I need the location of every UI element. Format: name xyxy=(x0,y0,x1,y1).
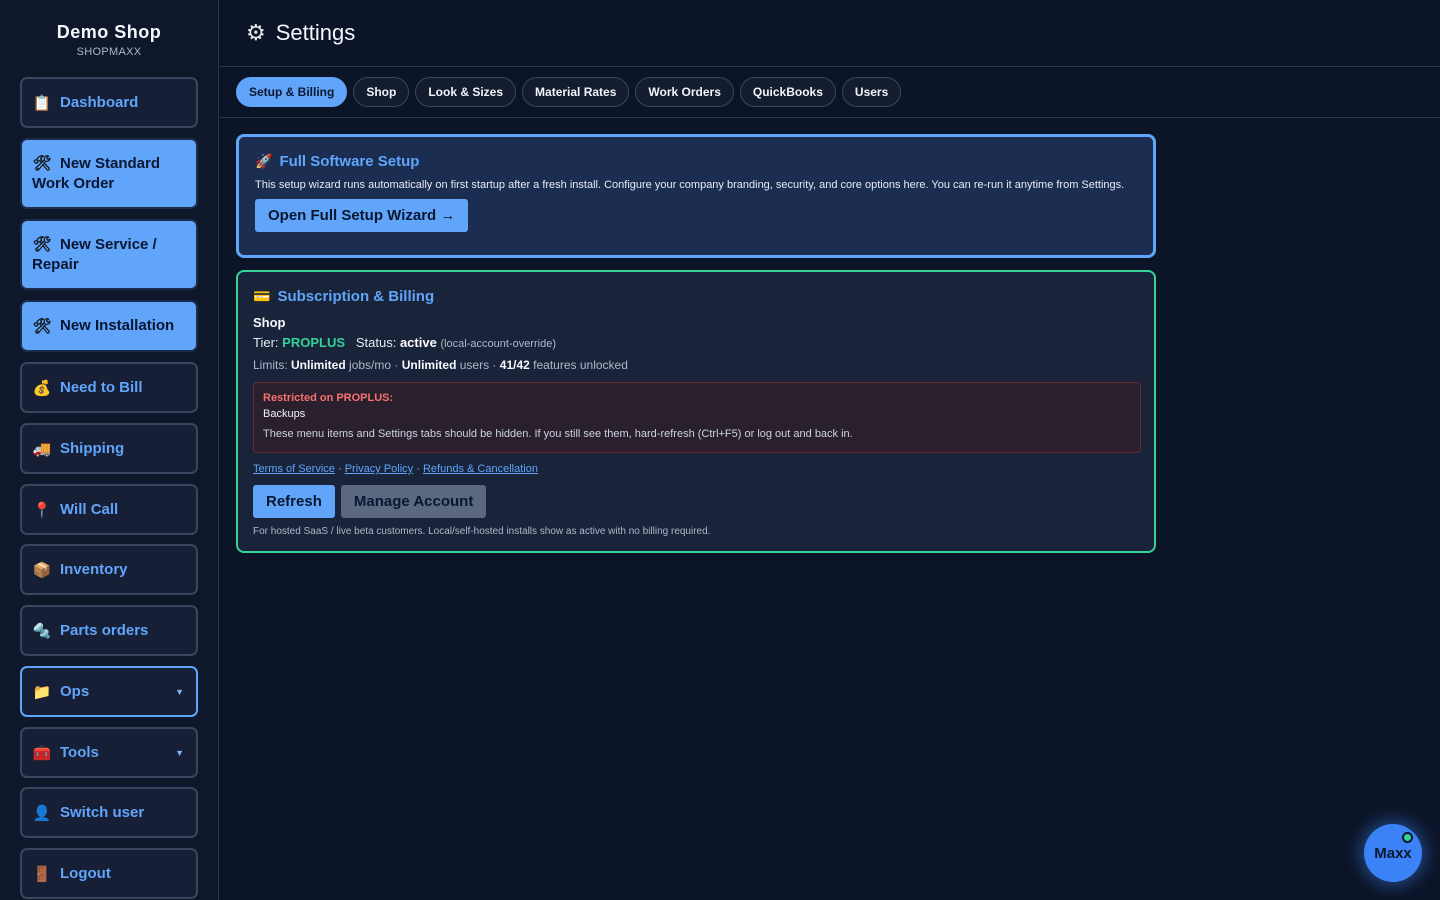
gear-icon: ⚙ xyxy=(246,20,266,45)
tier-status-line: Tier: PROPLUS Status: active (local-acco… xyxy=(253,335,556,350)
sidebar-item-will-call[interactable]: 📍 Will Call xyxy=(20,484,198,535)
folder-icon: 📁 xyxy=(32,683,52,701)
setup-card-title: 🚀 Full Software Setup xyxy=(255,153,420,170)
maxx-label: Maxx xyxy=(1374,844,1412,862)
billing-card-title: 💳 Subscription & Billing xyxy=(253,288,435,305)
maxx-assistant-button[interactable]: Maxx xyxy=(1364,824,1422,882)
sidebar-item-label: Need to Bill xyxy=(60,379,143,396)
sidebar-item-new-standard-work-order[interactable]: 🛠 New Standard Work Order xyxy=(20,138,198,209)
billing-footnote: For hosted SaaS / live beta customers. L… xyxy=(253,526,711,537)
manage-account-button[interactable]: Manage Account xyxy=(340,485,487,518)
privacy-policy-link[interactable]: Privacy Policy xyxy=(345,463,413,475)
sidebar-item-new-service-repair[interactable]: 🛠 New Service / Repair xyxy=(20,219,198,290)
tab-look-sizes[interactable]: Look & Sizes xyxy=(415,77,517,107)
tab-setup-billing[interactable]: Setup & Billing xyxy=(236,77,348,107)
clipboard-icon: 📋 xyxy=(32,94,52,112)
tools-icon: 🛠 xyxy=(32,155,52,172)
user-icon: 👤 xyxy=(32,804,52,822)
rocket-icon: 🚀 xyxy=(255,153,273,169)
tier-value: PROPLUS xyxy=(282,335,345,350)
door-icon: 🚪 xyxy=(32,865,52,883)
setup-description: This setup wizard runs automatically on … xyxy=(255,179,1125,191)
tools-icon: 🛠 xyxy=(32,236,52,253)
restricted-title: Restricted on PROPLUS: xyxy=(263,392,394,404)
tools-icon: 🛠 xyxy=(32,318,52,335)
status-value: active xyxy=(399,335,437,350)
brand-title: Demo Shop xyxy=(56,22,162,42)
sidebar-item-ops[interactable]: 📁 Ops ▼ xyxy=(20,666,198,717)
sidebar-item-label: Dashboard xyxy=(60,94,139,111)
tab-material-rates[interactable]: Material Rates xyxy=(522,77,630,107)
sidebar-item-label: Logout xyxy=(60,865,111,882)
sidebar-item-need-to-bill[interactable]: 💰 Need to Bill xyxy=(20,362,198,413)
sidebar-item-switch-user[interactable]: 👤 Switch user xyxy=(20,787,198,838)
page-title: Settings xyxy=(275,20,356,45)
sidebar-item-parts-orders[interactable]: 🔩 Parts orders xyxy=(20,605,198,656)
tab-shop[interactable]: Shop xyxy=(353,77,410,107)
shop-name: Shop xyxy=(253,315,286,330)
sidebar-item-label: Switch user xyxy=(60,804,145,821)
tab-quickbooks[interactable]: QuickBooks xyxy=(739,77,836,107)
legal-links: Terms of Service · Privacy Policy · Refu… xyxy=(253,463,538,475)
sidebar-item-new-installation[interactable]: 🛠 New Installation xyxy=(20,300,198,352)
sidebar: Demo Shop SHOPMAXX 📋 Dashboard 🛠 New Stan… xyxy=(0,0,219,900)
sidebar-item-label: Tools xyxy=(60,744,99,761)
billing-actions: Refresh Manage Account xyxy=(253,485,1154,518)
sidebar-item-inventory[interactable]: 📦 Inventory xyxy=(20,544,198,595)
pin-icon: 📍 xyxy=(32,501,52,519)
open-setup-wizard-button[interactable]: Open Full Setup Wizard → xyxy=(255,199,469,232)
full-software-setup-card: 🚀 Full Software Setup This setup wizard … xyxy=(236,134,1156,258)
online-status-dot xyxy=(1402,832,1413,843)
sidebar-item-label: Inventory xyxy=(60,561,128,578)
sidebar-item-label: Shipping xyxy=(60,440,125,457)
money-bag-icon: 💰 xyxy=(32,379,52,397)
restricted-note: These menu items and Settings tabs shoul… xyxy=(263,428,853,440)
box-icon: 📦 xyxy=(32,561,52,579)
restricted-notice: Restricted on PROPLUS: Backups These men… xyxy=(253,382,1141,453)
restricted-item: Backups xyxy=(263,408,306,420)
status-note: (local-account-override) xyxy=(440,338,556,350)
sidebar-item-logout[interactable]: 🚪 Logout xyxy=(20,848,198,899)
sidebar-item-label: Parts orders xyxy=(60,622,149,639)
settings-tabs: Setup & Billing Shop Look & Sizes Materi… xyxy=(220,67,1440,118)
tab-work-orders[interactable]: Work Orders xyxy=(635,77,734,107)
sidebar-item-label: 🛠 New Standard Work Order xyxy=(32,155,161,192)
brand-subtitle: SHOPMAXX xyxy=(76,46,142,58)
limits-line: Limits: Unlimited jobs/mo · Unlimited us… xyxy=(253,358,628,372)
tab-users[interactable]: Users xyxy=(841,77,902,107)
refresh-button[interactable]: Refresh xyxy=(253,485,335,518)
sidebar-item-shipping[interactable]: 🚚 Shipping xyxy=(20,423,198,474)
toolbox-icon: 🧰 xyxy=(32,744,52,762)
chevron-down-icon: ▼ xyxy=(175,686,184,697)
sidebar-item-label: Will Call xyxy=(60,501,119,518)
brand: Demo Shop SHOPMAXX xyxy=(0,0,218,76)
sidebar-item-label: 🛠 New Service / Repair xyxy=(32,236,157,273)
parts-icon: 🔩 xyxy=(32,622,52,640)
terms-of-service-link[interactable]: Terms of Service xyxy=(253,463,335,475)
subscription-billing-card: 💳 Subscription & Billing Shop Tier: PROP… xyxy=(236,270,1156,553)
sidebar-item-label: Ops xyxy=(60,683,90,700)
chevron-down-icon: ▼ xyxy=(175,747,184,758)
sidebar-item-tools[interactable]: 🧰 Tools ▼ xyxy=(20,727,198,778)
page-header: ⚙ Settings xyxy=(220,0,1440,67)
sidebar-item-label: New Installation xyxy=(60,317,175,334)
sidebar-item-dashboard[interactable]: 📋 Dashboard xyxy=(20,77,198,128)
truck-icon: 🚚 xyxy=(32,440,52,458)
refunds-cancellation-link[interactable]: Refunds & Cancellation xyxy=(423,463,538,475)
credit-card-icon: 💳 xyxy=(253,288,271,304)
